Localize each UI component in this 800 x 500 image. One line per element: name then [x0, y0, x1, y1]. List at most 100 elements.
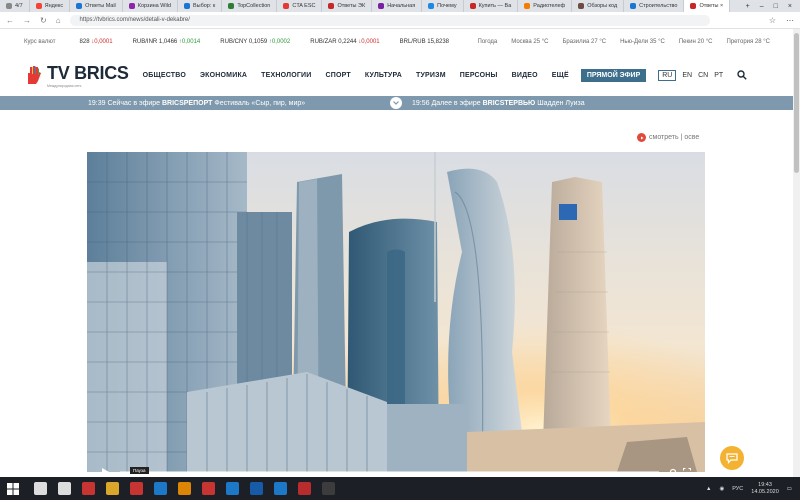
tab-label: Купить — Ва: [478, 3, 512, 9]
firefox-icon[interactable]: [178, 482, 191, 495]
reload-icon[interactable]: ↻: [40, 16, 47, 25]
tab-label: Ответы ЭК: [337, 3, 366, 9]
opera-icon[interactable]: [82, 482, 95, 495]
rate-item: RUB/INR 1,0466 ↑0,0014: [132, 39, 201, 45]
browser-tab[interactable]: Обзоры код: [572, 0, 625, 12]
watch-link[interactable]: смотреть | осве: [637, 133, 699, 142]
ticker-chevron-down-icon[interactable]: [390, 97, 402, 109]
browser-tab[interactable]: TopCollection: [222, 0, 278, 12]
minimize-icon[interactable]: –: [760, 3, 764, 10]
browser-tab[interactable]: Ответы Mail: [70, 0, 123, 12]
network-icon[interactable]: ▲: [706, 486, 711, 492]
photos-icon[interactable]: [226, 482, 239, 495]
browser-tab[interactable]: Радиотелеф: [518, 0, 573, 12]
tab-favicon-icon: [128, 3, 135, 9]
language-option[interactable]: RU: [658, 69, 677, 81]
keyboard-language[interactable]: РУС: [732, 486, 743, 492]
main-navbar: TV BRICS Международная сеть ОБЩЕСТВО ЭКОН…: [0, 58, 800, 92]
browser-tab[interactable]: Яндекс: [30, 0, 71, 12]
media-icon[interactable]: [130, 482, 143, 495]
next-on-air[interactable]: 19:56 Далее в эфире BRICSТЕРВЬЮ Шадден Л…: [412, 100, 585, 107]
browser-tab[interactable]: Ответы ЭК: [322, 0, 373, 12]
browser-tab[interactable]: CTA ESC: [277, 0, 323, 12]
tab-label: Строительство: [639, 3, 678, 9]
video-progress-track[interactable]: [120, 471, 659, 473]
menu-item[interactable]: ЕЩЁ: [552, 72, 569, 79]
menu-item[interactable]: ОБЩЕСТВО: [143, 72, 186, 79]
browser-tab[interactable]: Начальная: [372, 0, 423, 12]
pdf-icon[interactable]: [298, 482, 311, 495]
mail-icon[interactable]: [274, 482, 287, 495]
menu-item[interactable]: СПОРТ: [326, 72, 351, 79]
tab-label: Почему: [437, 3, 457, 9]
language-option[interactable]: EN: [682, 72, 692, 79]
browser-tab[interactable]: Выбор: к: [178, 0, 223, 12]
weather-city: Бразилиа 27 °C: [562, 39, 607, 45]
maximize-icon[interactable]: □: [774, 3, 778, 10]
notifications-icon[interactable]: ▭: [787, 486, 792, 492]
rate-item: RUB/ZAR 0,2244 ↓0,0001: [310, 39, 380, 45]
forward-icon[interactable]: →: [23, 16, 31, 25]
hero-video[interactable]: [87, 152, 705, 472]
settings-gear-icon[interactable]: [669, 468, 677, 476]
address-bar: ← → ↻ ⌂ https://tvbrics.com/news/detali-…: [0, 12, 800, 29]
scrollbar-thumb[interactable]: [794, 33, 799, 173]
task-view-icon[interactable]: [58, 482, 71, 495]
close-icon[interactable]: ×: [788, 3, 792, 10]
language-option[interactable]: CN: [698, 72, 708, 79]
language-option[interactable]: PT: [714, 72, 723, 79]
fullscreen-icon[interactable]: [683, 468, 691, 476]
terminal-icon[interactable]: [322, 482, 335, 495]
menu-item[interactable]: ВИДЕО: [512, 72, 538, 79]
play-circle-icon: [637, 133, 646, 142]
main-menu: ОБЩЕСТВО ЭКОНОМИКА ТЕХНОЛОГИИ СПОРТ КУЛЬТУРА…: [143, 72, 569, 79]
browser-tab[interactable]: Ответы ×: [684, 0, 731, 12]
new-tab-icon[interactable]: +: [746, 3, 750, 10]
tab-favicon-icon: [378, 3, 385, 9]
menu-item[interactable]: КУЛЬТУРА: [365, 72, 402, 79]
tab-label: Яндекс: [44, 3, 64, 9]
weather-city: Москва 25 °C: [511, 39, 549, 45]
clock[interactable]: 19:43 14.05.2020: [751, 482, 779, 496]
site-logo[interactable]: TV BRICS Международная сеть: [24, 63, 129, 88]
rate-item: RUB/CNY 0,1059 ↑0,0002: [220, 39, 291, 45]
store-icon[interactable]: [154, 482, 167, 495]
search-icon[interactable]: [34, 482, 47, 495]
word-icon[interactable]: [250, 482, 263, 495]
browser-tab[interactable]: Купить — Ва: [464, 0, 519, 12]
chat-button[interactable]: [720, 446, 744, 470]
tab-label: Ответы Mail: [85, 3, 116, 9]
yandex-icon[interactable]: [202, 482, 215, 495]
bookmark-star-icon[interactable]: ☆: [769, 16, 776, 25]
tab-favicon-icon: [35, 3, 42, 9]
chat-bubble-icon: [726, 453, 738, 464]
tab-favicon-icon: [6, 3, 12, 9]
url-field[interactable]: https://tvbrics.com/news/detali-v-dekabr…: [69, 14, 710, 26]
tab-favicon-icon: [183, 3, 190, 9]
menu-item[interactable]: ПЕРСОНЫ: [460, 72, 498, 79]
rates-label: Курс валют: [24, 39, 56, 45]
menu-item[interactable]: ТЕХНОЛОГИИ: [261, 72, 311, 79]
windows-start-icon[interactable]: [6, 482, 20, 496]
explorer-icon[interactable]: [106, 482, 119, 495]
menu-dots-icon[interactable]: ⋯: [786, 16, 794, 25]
tab-favicon-icon: [524, 3, 531, 9]
menu-item[interactable]: ТУРИЗМ: [416, 72, 446, 79]
browser-tab[interactable]: Почему: [422, 0, 464, 12]
tab-favicon-icon: [328, 3, 335, 9]
volume-icon[interactable]: ◉: [719, 486, 724, 492]
search-icon[interactable]: [737, 70, 747, 80]
browser-tab[interactable]: Строительство: [624, 0, 685, 12]
home-icon[interactable]: ⌂: [56, 16, 61, 25]
play-icon[interactable]: [101, 468, 110, 476]
browser-tab[interactable]: Корзина Wild: [123, 0, 178, 12]
menu-item[interactable]: ЭКОНОМИКА: [200, 72, 247, 79]
language-switcher: RU EN CN PT: [658, 69, 723, 81]
tab-label: CTA ESC: [292, 3, 316, 9]
browser-tab[interactable]: 4/7: [0, 0, 30, 12]
live-broadcast-button[interactable]: ПРЯМОЙ ЭФИР: [580, 68, 647, 82]
page-scrollbar[interactable]: [793, 29, 800, 477]
back-icon[interactable]: ←: [6, 16, 14, 25]
now-on-air[interactable]: 19:39 Сейчас в эфире BRICSРЕПОРТ Фестива…: [88, 100, 305, 107]
broadcast-ticker: 19:39 Сейчас в эфире BRICSРЕПОРТ Фестива…: [0, 96, 800, 110]
